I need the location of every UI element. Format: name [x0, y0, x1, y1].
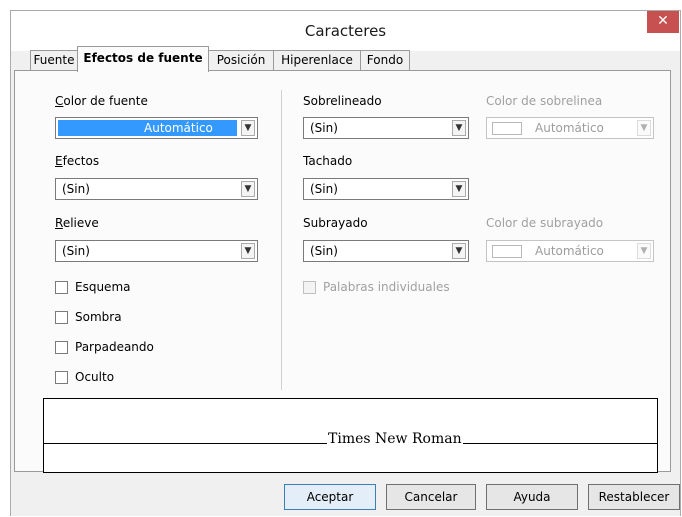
underline-color-dropdown: Automático ▼ — [486, 240, 654, 262]
underline-value: (Sin) — [310, 244, 338, 258]
overline-dropdown[interactable]: (Sin) ▼ — [303, 117, 469, 139]
shadow-label: Sombra — [75, 310, 122, 324]
shadow-checkbox[interactable] — [55, 311, 68, 324]
chevron-down-icon[interactable]: ▼ — [452, 120, 466, 136]
underline-dropdown[interactable]: (Sin) ▼ — [303, 240, 469, 262]
underline-color-value: Automático — [535, 244, 604, 258]
underline-label: Subrayado — [303, 216, 368, 230]
chevron-down-icon[interactable]: ▼ — [452, 243, 466, 259]
outline-label: Esquema — [75, 280, 131, 294]
font-color-dropdown[interactable]: Automático ▼ — [55, 117, 258, 139]
chevron-down-icon[interactable]: ▼ — [241, 243, 255, 259]
font-color-label: Color de fuente — [55, 94, 148, 108]
blinking-checkbox[interactable] — [55, 341, 68, 354]
effects-label: Efectos — [55, 154, 100, 168]
overline-color-dropdown: Automático ▼ — [486, 117, 654, 139]
underline-color-label: Color de subrayado — [486, 216, 604, 230]
tab-fuente[interactable]: Fuente — [30, 50, 78, 71]
preview-text: Times New Roman — [327, 431, 463, 447]
help-button[interactable]: Ayuda — [486, 484, 578, 510]
dialog-title: Caracteres — [304, 22, 387, 40]
cancel-button[interactable]: Cancelar — [386, 484, 476, 510]
chevron-down-icon[interactable]: ▼ — [241, 181, 255, 197]
overline-value: (Sin) — [310, 121, 338, 135]
tab-efectos-de-fuente[interactable]: Efectos de fuente — [77, 46, 209, 72]
relief-dropdown[interactable]: (Sin) ▼ — [55, 240, 258, 262]
individual-words-checkbox — [303, 281, 316, 294]
hidden-checkbox[interactable] — [55, 371, 68, 384]
tab-hiperenlace[interactable]: Hiperenlace — [273, 50, 361, 71]
effects-value: (Sin) — [62, 182, 90, 196]
blinking-label: Parpadeando — [75, 340, 154, 354]
chevron-down-icon: ▼ — [637, 120, 651, 136]
strike-dropdown[interactable]: (Sin) ▼ — [303, 178, 469, 200]
strike-value: (Sin) — [310, 182, 338, 196]
effects-dropdown[interactable]: (Sin) ▼ — [55, 178, 258, 200]
color-swatch — [492, 122, 522, 135]
title-bar: Caracteres ✕ — [11, 11, 680, 51]
font-color-value: Automático — [144, 121, 213, 135]
chevron-down-icon[interactable]: ▼ — [452, 181, 466, 197]
relief-label: Relieve — [55, 216, 99, 230]
strike-label: Tachado — [303, 154, 353, 168]
tab-posicion[interactable]: Posición — [208, 50, 274, 71]
ok-button[interactable]: Aceptar — [284, 484, 376, 510]
chevron-down-icon[interactable]: ▼ — [241, 120, 255, 136]
overline-color-label: Color de sobrelinea — [486, 94, 603, 108]
close-icon[interactable]: ✕ — [647, 11, 679, 33]
chevron-down-icon: ▼ — [637, 243, 651, 259]
reset-button[interactable]: Restablecer — [588, 484, 680, 510]
tab-fondo[interactable]: Fondo — [360, 50, 410, 71]
overline-label: Sobrelineado — [303, 94, 382, 108]
color-swatch — [492, 245, 522, 258]
relief-value: (Sin) — [62, 244, 90, 258]
outline-checkbox[interactable] — [55, 281, 68, 294]
overline-color-value: Automático — [535, 121, 604, 135]
column-divider — [281, 90, 282, 390]
hidden-label: Oculto — [75, 370, 115, 384]
individual-words-label: Palabras individuales — [323, 280, 450, 294]
font-preview: Times New Roman — [43, 398, 658, 473]
